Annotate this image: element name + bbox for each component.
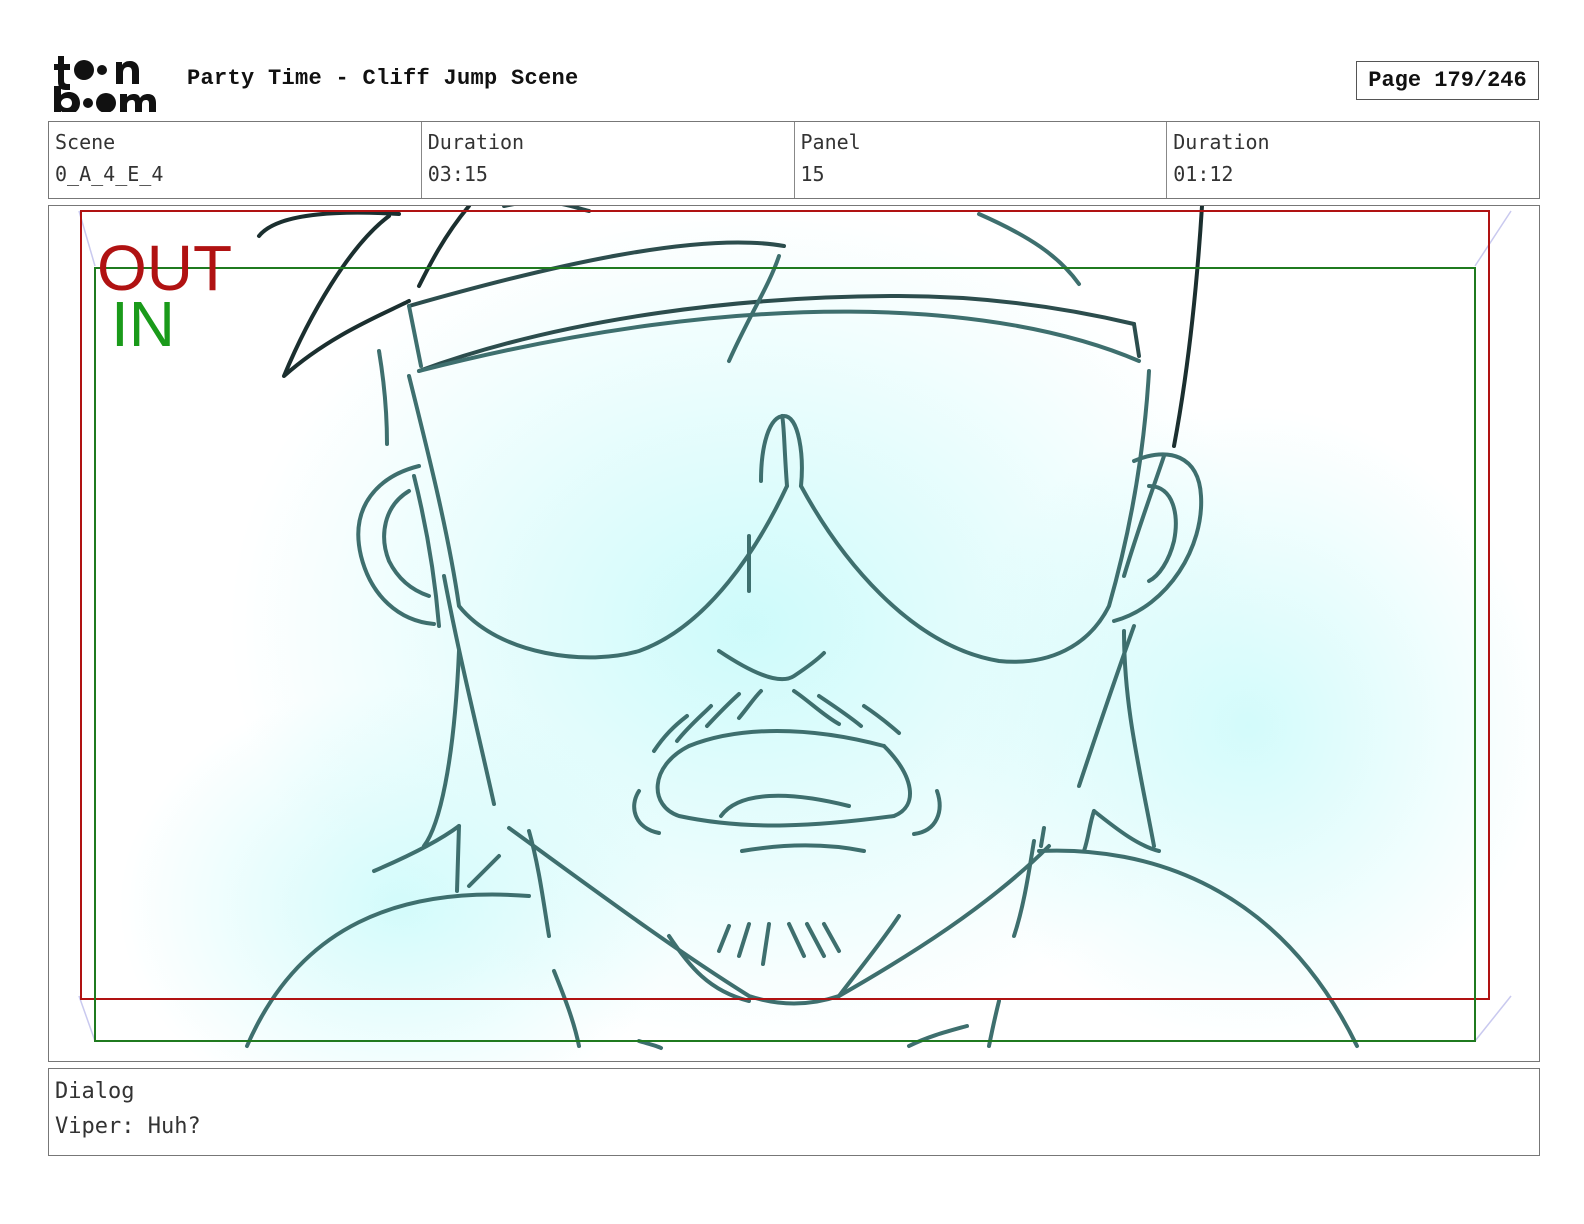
panel-duration-label: Duration — [1173, 130, 1270, 154]
scene-duration-cell: Duration 03:15 — [422, 122, 795, 198]
panel-drawing — [78, 206, 1539, 1061]
storyboard-title: Party Time - Cliff Jump Scene — [187, 66, 579, 91]
toon-boom-logo — [54, 56, 156, 112]
tint-right — [949, 406, 1539, 1046]
dialog-label: Dialog — [55, 1079, 135, 1104]
panel-label: Panel — [800, 130, 861, 154]
panel-duration-value: 01:12 — [1173, 162, 1234, 186]
panel-value: 15 — [800, 162, 825, 186]
dialog-text: Viper: Huh? — [55, 1114, 201, 1139]
storyboard-panel: OUT IN — [48, 205, 1540, 1062]
scene-value: 0_A_4_E_4 — [55, 162, 164, 186]
scene-duration-label: Duration — [427, 130, 525, 154]
scene-cell: Scene 0_A_4_E_4 — [49, 122, 422, 198]
panel-info-table: Scene 0_A_4_E_4 Duration 03:15 Panel 15 … — [48, 121, 1540, 199]
in-frame-label: IN — [111, 288, 175, 360]
panel-cell: Panel 15 — [795, 122, 1168, 198]
dialog-box: Dialog Viper: Huh? — [48, 1068, 1540, 1156]
page-indicator: Page 179/246 — [1356, 61, 1539, 100]
panel-duration-cell: Duration 01:12 — [1167, 122, 1539, 198]
scene-label: Scene — [55, 130, 116, 154]
scene-duration-value: 03:15 — [427, 162, 488, 186]
